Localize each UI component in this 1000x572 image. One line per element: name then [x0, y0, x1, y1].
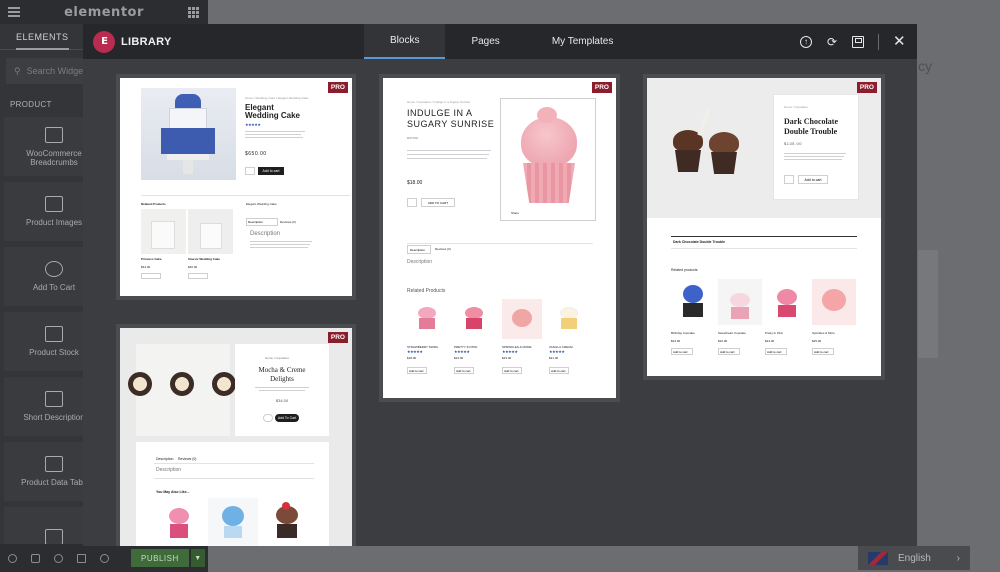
history-icon[interactable]	[54, 553, 63, 563]
wedding-cake-image	[141, 88, 236, 180]
sync-icon[interactable]: ⟳	[826, 36, 838, 48]
template-card-mocha[interactable]: PRO Home / Cupcakes Mocha & Creme Deligh…	[116, 324, 356, 546]
short-description-icon	[45, 391, 63, 407]
tab-blocks[interactable]: Blocks	[364, 24, 446, 59]
product-price: $18.00	[407, 180, 423, 186]
breadcrumbs-icon	[45, 126, 63, 143]
page-text-fragment: cy	[918, 58, 932, 74]
pro-badge: PRO	[327, 332, 348, 343]
search-icon: ⚲	[14, 65, 21, 76]
add-to-cart-icon	[45, 261, 63, 277]
tab-elements[interactable]: ELEMENTS	[16, 32, 69, 50]
related-image	[188, 209, 233, 254]
library-header: E LIBRARY Blocks Pages My Templates ↑ ⟳ …	[83, 24, 917, 59]
language-label: English	[898, 552, 931, 564]
stock-icon	[45, 326, 63, 342]
uk-flag-icon	[868, 551, 888, 565]
menu-icon[interactable]	[8, 7, 20, 17]
template-preview: PRO Home / Wedding Cake / Elegant Weddin…	[120, 78, 352, 296]
header-divider	[878, 33, 879, 50]
template-preview: PRO Home / Cupcakes Dark Chocolate Doubl…	[647, 78, 881, 376]
search-placeholder: Search Widget	[26, 66, 86, 76]
language-switcher[interactable]: English ›	[858, 546, 970, 570]
add-to-cart-button: ADD TO CART	[421, 198, 455, 207]
sidebar-footer: PUBLISH ▼	[0, 544, 208, 572]
library-actions: ↑ ⟳ ✕	[800, 24, 906, 59]
preview-icon[interactable]	[100, 553, 109, 563]
library-tabs: Blocks Pages My Templates	[364, 24, 639, 59]
product-summary: Home / Cupcakes Mocha & Creme Delights $…	[235, 344, 329, 436]
save-icon[interactable]	[852, 35, 864, 48]
product-summary: Home / Cupcakes Dark Chocolate Double Tr…	[773, 94, 859, 200]
close-icon[interactable]: ✕	[893, 34, 906, 49]
elementor-logo: elementor	[64, 4, 144, 20]
chevron-right-icon: ›	[956, 552, 960, 564]
pro-badge: PRO	[591, 82, 612, 93]
layers-icon	[45, 528, 63, 545]
settings-icon[interactable]	[8, 553, 17, 563]
library-title: LIBRARY	[121, 35, 172, 48]
pro-badge: PRO	[327, 82, 348, 93]
related-image	[141, 209, 186, 254]
pro-badge: PRO	[856, 82, 877, 93]
tabs-section: Description Reviews (0) Description You …	[136, 442, 329, 546]
publish-button[interactable]: PUBLISH	[131, 549, 189, 567]
template-preview: PRO Home / Cupcakes / Indulge in a Sugar…	[383, 78, 616, 398]
responsive-icon[interactable]	[77, 553, 86, 563]
add-to-cart-button: Add to cart	[258, 167, 284, 175]
template-card-chocolate[interactable]: PRO Home / Cupcakes Dark Chocolate Doubl…	[643, 74, 885, 380]
sidebar-header: elementor	[0, 0, 208, 24]
page-element-stub	[918, 250, 938, 358]
template-card-wedding[interactable]: PRO Home / Wedding Cake / Elegant Weddin…	[116, 74, 356, 300]
product-title: Elegant Wedding Cake	[245, 103, 300, 120]
cupcake-image: Share	[500, 98, 596, 221]
add-to-cart-button: Add to cart	[798, 175, 828, 184]
tab-my-templates[interactable]: My Templates	[526, 24, 640, 59]
template-preview: PRO Home / Cupcakes Mocha & Creme Deligh…	[120, 328, 352, 546]
template-library-modal: E LIBRARY Blocks Pages My Templates ↑ ⟳ …	[83, 24, 917, 546]
images-icon	[45, 196, 63, 212]
upload-icon[interactable]: ↑	[800, 35, 812, 48]
mocha-image	[128, 344, 236, 436]
product-price: $650.00	[245, 151, 267, 157]
tab-pages[interactable]: Pages	[445, 24, 525, 59]
navigator-icon[interactable]	[31, 553, 40, 563]
data-tabs-icon	[45, 456, 63, 472]
template-card-cupcake[interactable]: PRO Home / Cupcakes / Indulge in a Sugar…	[379, 74, 620, 402]
apps-grid-icon[interactable]	[187, 7, 200, 18]
add-to-cart-button: Add To Cart	[275, 414, 299, 422]
publish-options-button[interactable]: ▼	[190, 549, 205, 567]
elementor-logo-icon: E	[93, 30, 115, 53]
